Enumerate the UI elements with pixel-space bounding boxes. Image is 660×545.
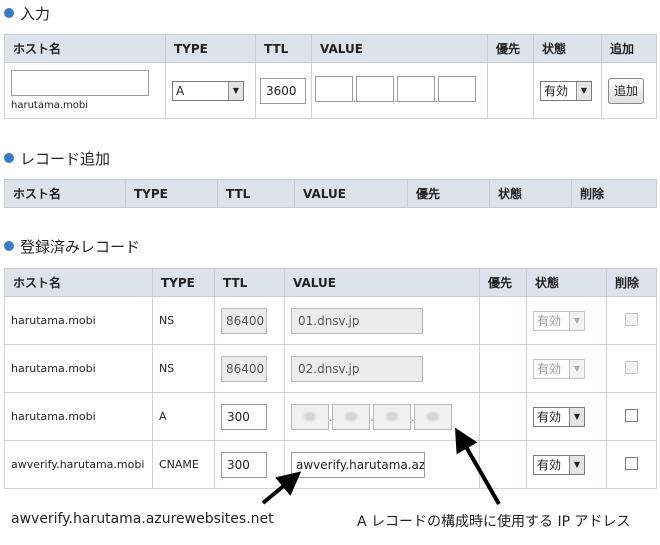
annotation-arrows xyxy=(261,427,501,505)
cname-annotation: awverify.harutama.azurewebsites.net xyxy=(11,511,274,527)
arrow-to-ip-value xyxy=(455,427,501,505)
arrow-to-cname-value xyxy=(261,471,302,505)
ip-annotation: A レコードの構成時に使用する IP アドレス xyxy=(357,514,631,530)
